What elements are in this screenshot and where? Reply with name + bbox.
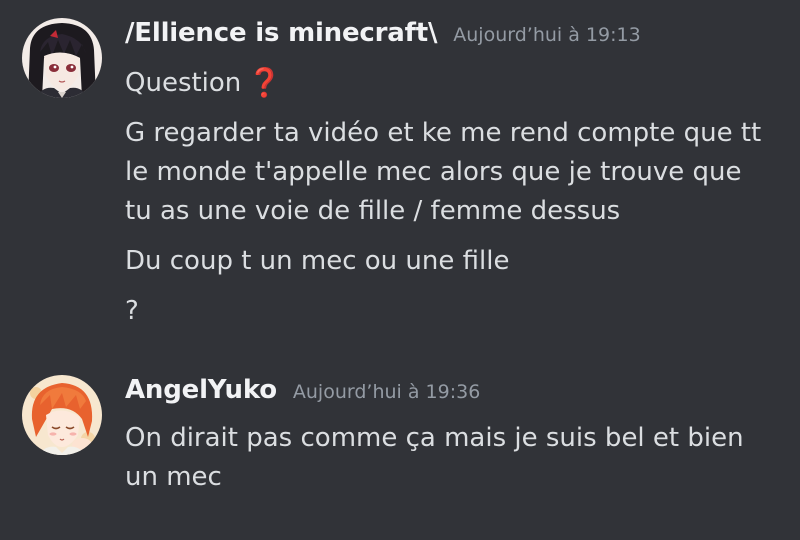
timestamp[interactable]: Aujourd’hui à 19:13 [453,24,640,46]
username[interactable]: AngelYuko [125,375,277,405]
message-line: G regarder ta vidéo et ke me rend compte… [125,118,762,148]
user-avatar[interactable] [22,18,102,98]
message-header: /Ellience is minecraft\ Aujourd’hui à 19… [125,18,785,62]
timestamp[interactable]: Aujourd’hui à 19:36 [293,381,480,403]
message-line: le monde t'appelle mec alors que je trou… [125,157,742,187]
message-line: Question ❓ [125,62,785,103]
message-line: On dirait pas comme ça mais je suis bel … [125,423,744,453]
message-content: AngelYuko Aujourd’hui à 19:36 On dirait … [125,375,785,497]
username[interactable]: /Ellience is minecraft\ [125,18,437,48]
message-line: ? [125,296,139,326]
message-line: Du coup t un mec ou une fille [125,246,510,276]
red-question-mark-emoji-icon: ❓ [247,66,283,99]
avatar-image [22,18,102,98]
message-line: tu as une voie de fille / femme dessus [125,196,621,226]
avatar-image [22,375,102,455]
message-text: Question [125,68,242,98]
message-line: un mec [125,462,222,492]
message-content: /Ellience is minecraft\ Aujourd’hui à 19… [125,18,785,331]
message-header: AngelYuko Aujourd’hui à 19:36 [125,375,785,419]
user-avatar[interactable] [22,375,102,455]
